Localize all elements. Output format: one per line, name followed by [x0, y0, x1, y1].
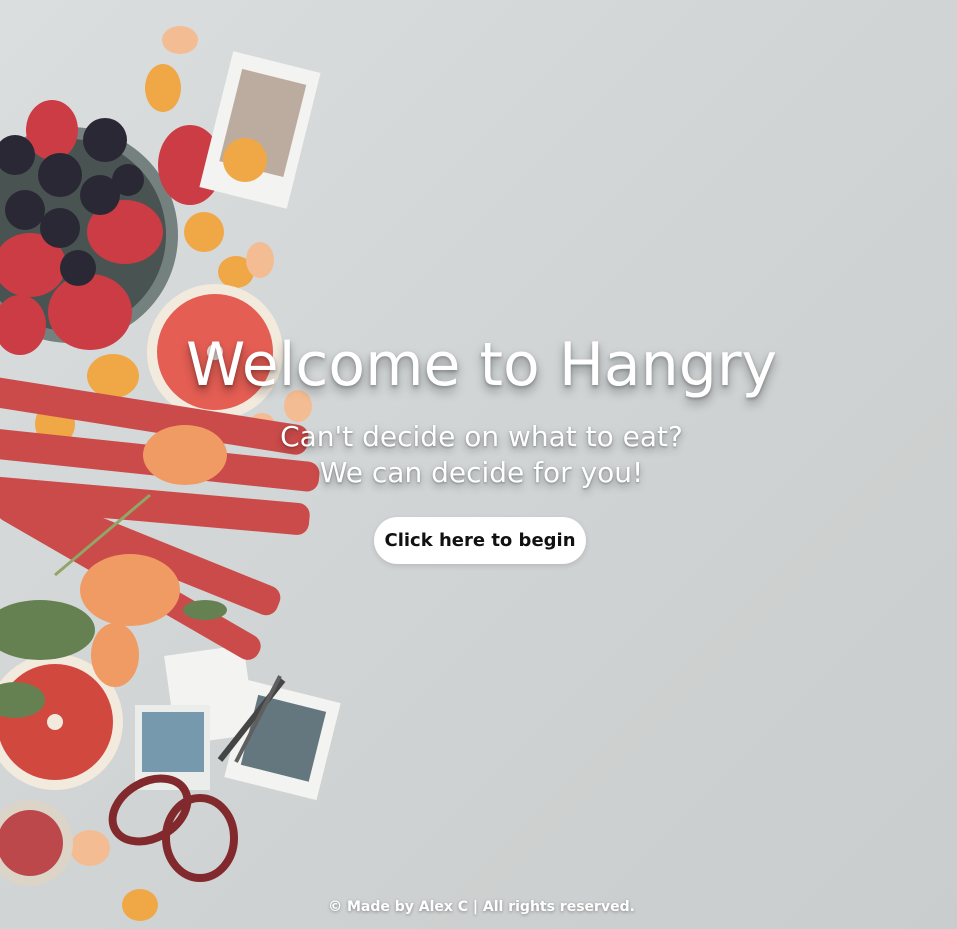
- page-title: Welcome to Hangry: [185, 330, 777, 400]
- subtitle-line-2: We can decide for you!: [319, 456, 644, 489]
- begin-button[interactable]: Click here to begin: [374, 517, 586, 564]
- footer-copyright: © Made by Alex C | All rights reserved.: [328, 899, 635, 915]
- subtitle-line-1: Can't decide on what to eat?: [280, 420, 683, 453]
